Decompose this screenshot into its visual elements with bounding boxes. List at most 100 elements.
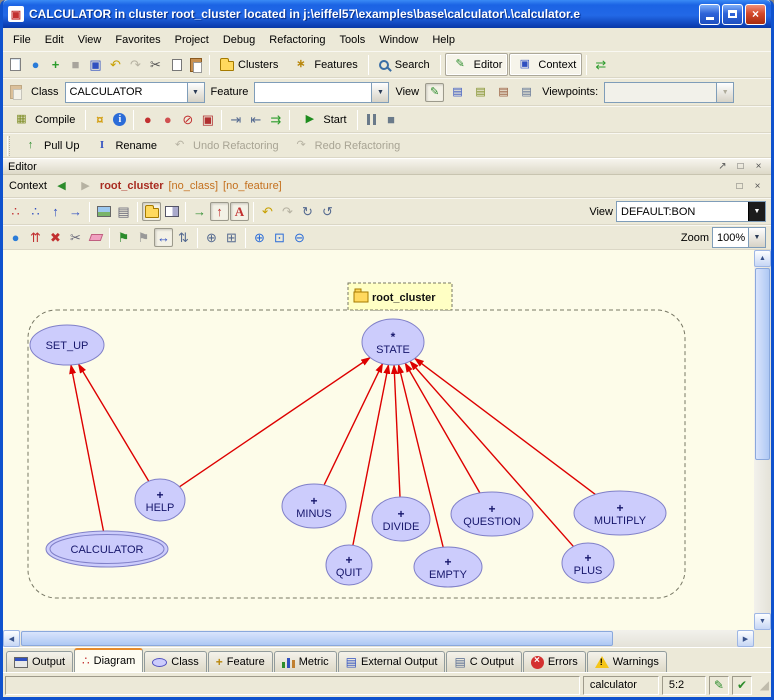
stop-application-icon[interactable]: ▣ <box>198 110 217 129</box>
feature-combo-arrow-icon[interactable]: ▼ <box>371 83 388 102</box>
copy-icon[interactable] <box>166 55 185 74</box>
maximize-pane-icon[interactable]: □ <box>732 180 747 193</box>
clusters-button[interactable]: Clusters <box>214 53 284 76</box>
view-editor-icon[interactable]: ✎ <box>425 83 444 102</box>
tab-output[interactable]: Output <box>6 651 73 672</box>
zoom-combo-arrow-icon[interactable]: ▼ <box>748 228 765 247</box>
tab-metric[interactable]: Metric <box>274 651 337 672</box>
tab-errors[interactable]: Errors <box>523 651 586 672</box>
tab-c-output[interactable]: ▤ C Output <box>446 651 521 672</box>
view-contract-icon[interactable]: ▤ <box>494 83 513 102</box>
tab-feature[interactable]: + Feature <box>208 651 273 672</box>
menu-debug[interactable]: Debug <box>216 31 262 49</box>
rename-button[interactable]: I Rename <box>86 134 163 157</box>
view-interface-icon[interactable]: ▤ <box>517 83 536 102</box>
class-combo-arrow-icon[interactable]: ▼ <box>187 83 204 102</box>
debug-run-icon[interactable]: ● <box>138 110 157 129</box>
paste-icon[interactable] <box>186 55 205 74</box>
horizontal-scroll-thumb[interactable] <box>21 631 613 646</box>
crosshair-icon[interactable]: ⊕ <box>202 228 221 247</box>
class-node-multiply[interactable]: +MULTIPLY <box>574 491 666 535</box>
open-file-icon[interactable]: ● <box>26 55 45 74</box>
features-button[interactable]: ∗ Features <box>285 53 363 76</box>
undo-icon[interactable]: ↶ <box>106 55 125 74</box>
class-node-minus[interactable]: +MINUS <box>282 484 346 528</box>
history-forward-icon[interactable]: ▶ <box>76 177 95 196</box>
close-pane-icon[interactable]: × <box>751 160 766 173</box>
view-flat-icon[interactable]: ▤ <box>471 83 490 102</box>
menu-view[interactable]: View <box>71 31 109 49</box>
menu-edit[interactable]: Edit <box>38 31 71 49</box>
maximize-button[interactable] <box>722 4 743 25</box>
start-button[interactable]: ▶ Start <box>294 108 352 131</box>
class-node-state[interactable]: *STATE <box>362 319 424 365</box>
menu-tools[interactable]: Tools <box>333 31 373 49</box>
scroll-left-icon[interactable]: ◀ <box>3 630 20 647</box>
close-pane-icon[interactable]: × <box>750 180 765 193</box>
diagram-view-combo[interactable]: DEFAULT:BON ▼ <box>616 201 766 222</box>
scroll-right-icon[interactable]: ▶ <box>737 630 754 647</box>
refresh-diagram-icon[interactable]: ↻ <box>298 202 317 221</box>
menu-favorites[interactable]: Favorites <box>108 31 167 49</box>
cut-icon[interactable]: ✂ <box>146 55 165 74</box>
zoom-in-icon[interactable]: ⊕ <box>250 228 269 247</box>
editor-toggle-button[interactable]: ✎ Editor <box>445 53 509 76</box>
force-layout-icon[interactable]: ⇈ <box>26 228 45 247</box>
remove-flag-icon[interactable]: ⚑ <box>134 228 153 247</box>
menu-file[interactable]: File <box>6 31 38 49</box>
minimize-button[interactable] <box>699 4 720 25</box>
pull-up-button[interactable]: ↑ Pull Up <box>15 134 85 157</box>
horizontal-scrollbar[interactable]: ◀ ▶ <box>3 630 754 647</box>
external-editor-icon[interactable]: ⇄ <box>591 55 610 74</box>
feature-combo[interactable]: ▼ <box>254 82 389 103</box>
context-toggle-button[interactable]: ▣ Context <box>509 53 582 76</box>
eraser-icon[interactable] <box>86 228 105 247</box>
class-node-empty[interactable]: +EMPTY <box>414 547 482 587</box>
undo-diagram-icon[interactable]: ↶ <box>258 202 277 221</box>
physics-layout-icon[interactable]: ● <box>6 228 25 247</box>
toolbar-grip[interactable] <box>7 136 10 156</box>
add-flag-icon[interactable]: ⚑ <box>114 228 133 247</box>
menu-project[interactable]: Project <box>168 31 216 49</box>
cluster-hierarchy-icon[interactable]: ∴ <box>26 202 45 221</box>
step-out-icon[interactable]: ⇤ <box>246 110 265 129</box>
run-through-icon[interactable]: ⇉ <box>266 110 285 129</box>
inheritance-links-icon[interactable]: ↑ <box>46 202 65 221</box>
project-info-icon[interactable]: i <box>110 110 129 129</box>
scroll-up-icon[interactable]: ▲ <box>754 250 771 267</box>
undo-refactoring-button[interactable]: ↶ Undo Refactoring <box>164 134 285 157</box>
center-on-target-icon[interactable]: → <box>190 202 209 221</box>
reset-diagram-icon[interactable]: ↺ <box>318 202 337 221</box>
delete-item-icon[interactable]: ✖ <box>46 228 65 247</box>
vertical-scroll-thumb[interactable] <box>755 268 770 460</box>
class-combo[interactable]: CALCULATOR ▼ <box>65 82 205 103</box>
class-node-set_up[interactable]: SET_UP <box>30 325 104 365</box>
class-node-plus[interactable]: +PLUS <box>562 543 614 583</box>
pause-icon[interactable] <box>362 110 381 129</box>
menu-refactoring[interactable]: Refactoring <box>262 31 332 49</box>
search-button[interactable]: Search <box>373 53 436 76</box>
export-png-icon[interactable] <box>94 202 113 221</box>
context-cluster-name[interactable]: root_cluster <box>100 180 164 192</box>
menu-help[interactable]: Help <box>425 31 462 49</box>
class-node-help[interactable]: +HELP <box>135 479 185 521</box>
sort-icon[interactable]: ⇅ <box>174 228 193 247</box>
paste-class-icon[interactable] <box>6 83 25 102</box>
class-node-quit[interactable]: +QUIT <box>326 545 372 585</box>
redo-icon[interactable]: ↷ <box>126 55 145 74</box>
compile-button[interactable]: ▦ Compile <box>6 108 81 131</box>
freeze-icon[interactable]: ¤ <box>90 110 109 129</box>
maximize-pane-icon[interactable]: □ <box>733 160 748 173</box>
fit-width-icon[interactable]: ↔ <box>154 228 173 247</box>
halt-icon[interactable]: ■ <box>66 55 85 74</box>
labels-toggle-icon[interactable]: A <box>230 202 249 221</box>
client-links-icon[interactable]: → <box>66 202 85 221</box>
new-document-icon[interactable] <box>6 55 25 74</box>
tab-external-output[interactable]: ▤ External Output <box>338 651 446 672</box>
add-item-icon[interactable]: + <box>46 55 65 74</box>
cut-links-icon[interactable]: ✂ <box>66 228 85 247</box>
tab-class[interactable]: Class <box>144 651 207 672</box>
class-node-divide[interactable]: +DIVIDE <box>372 497 430 541</box>
ignore-breakpoints-icon[interactable]: ⊘ <box>178 110 197 129</box>
step-into-icon[interactable]: ⇥ <box>226 110 245 129</box>
